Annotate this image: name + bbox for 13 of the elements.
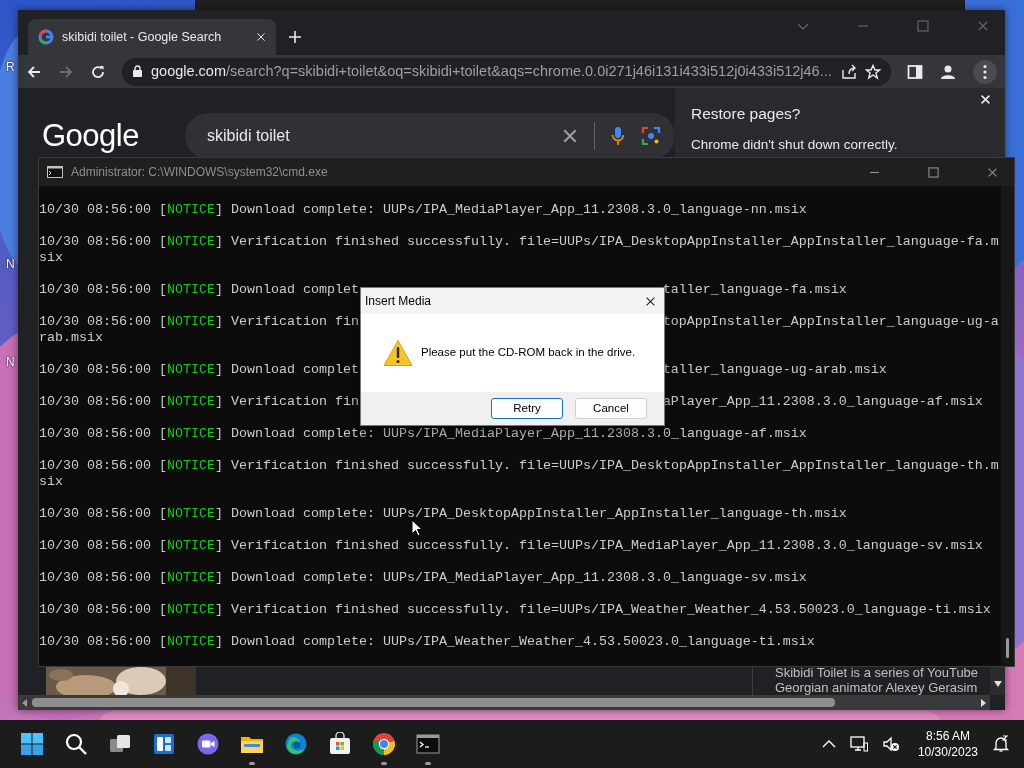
widgets-icon[interactable] [152, 732, 176, 756]
monitor-icon[interactable] [849, 735, 868, 753]
search-icon[interactable] [64, 732, 88, 756]
browser-icon[interactable] [372, 732, 396, 756]
video-camera-icon[interactable] [196, 732, 220, 756]
browser-icon[interactable] [284, 732, 308, 756]
bell-icon[interactable] [992, 735, 1010, 753]
speaker-muted-icon[interactable] [881, 735, 900, 753]
clock-date[interactable]: 10/30/2023 [917, 744, 978, 760]
clock-time[interactable]: 8:56 AM [917, 728, 978, 744]
terminal-icon[interactable] [416, 732, 440, 756]
shopping-bag-icon[interactable] [328, 732, 352, 756]
start-icon[interactable] [20, 732, 44, 756]
